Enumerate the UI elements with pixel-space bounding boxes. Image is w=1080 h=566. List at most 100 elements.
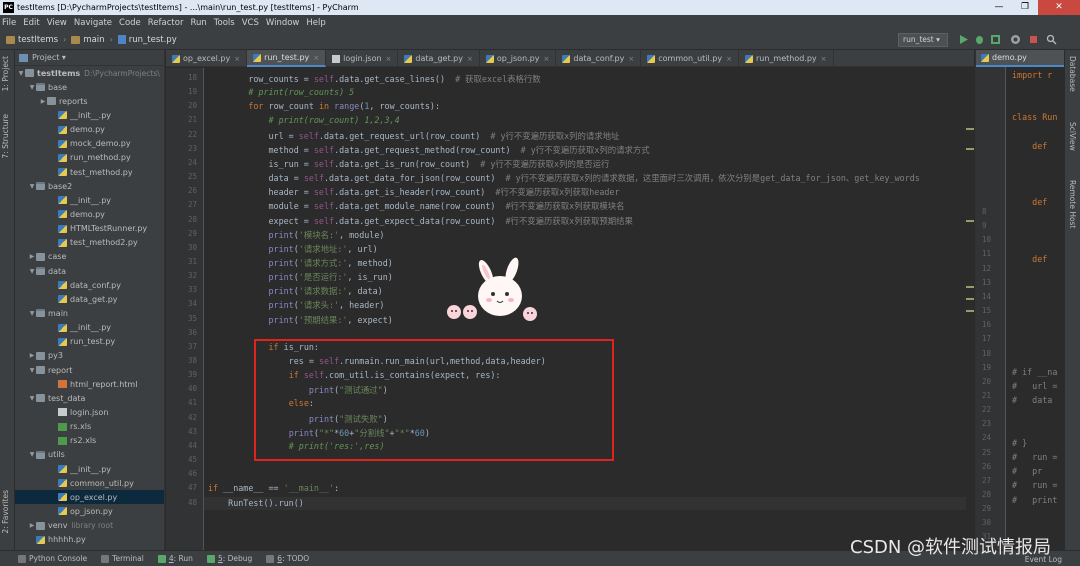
close-tab-icon[interactable]: ×	[821, 55, 827, 63]
minimize-button[interactable]: —	[986, 0, 1012, 15]
breadcrumb-main[interactable]: main	[71, 35, 105, 45]
editor-tab[interactable]: run_test.py ×	[247, 50, 327, 67]
debug-tool-button[interactable]: 5: Debug	[206, 554, 252, 563]
chevron-down-icon[interactable]: ▼	[28, 310, 36, 317]
tree-item[interactable]: data_get.py	[15, 292, 164, 306]
close-tab-icon[interactable]: ×	[234, 55, 240, 63]
tree-item[interactable]: ▼ base	[15, 80, 164, 94]
search-icon[interactable]	[1046, 34, 1057, 45]
editor-error-stripe[interactable]	[966, 68, 974, 550]
editor-tab[interactable]: data_get.py ×	[398, 50, 480, 67]
tree-item[interactable]: ▶ case	[15, 250, 164, 264]
tree-item[interactable]: common_util.py	[15, 476, 164, 490]
tree-item[interactable]: html_report.html	[15, 377, 164, 391]
chevron-right-icon[interactable]: ▶	[28, 352, 36, 359]
split-editor-pane[interactable]: demo.py 8 9 10 11 12 13 14 15 16 17 18 19 20 21 22 23 24…	[975, 50, 1064, 550]
editor-tab[interactable]: data_conf.py ×	[556, 50, 642, 67]
tree-item[interactable]: __init__.py	[15, 462, 164, 476]
close-tab-icon[interactable]: ×	[467, 55, 473, 63]
tree-item[interactable]: ▶ venv library root	[15, 519, 164, 533]
menu-run[interactable]: Run	[190, 18, 206, 28]
tool-tab-remote-host[interactable]: Remote Host	[1068, 180, 1077, 228]
tree-item[interactable]: rs2.xls	[15, 434, 164, 448]
tree-item[interactable]: ▶ reports	[15, 94, 164, 108]
code-editor[interactable]: 18 19 20 21 22 23 24 25 26 27 28 29 30 31 32 33 34 35 36 37…	[166, 68, 974, 550]
tree-item[interactable]: mock_demo.py	[15, 137, 164, 151]
chevron-down-icon[interactable]: ▼	[28, 367, 36, 374]
menu-window[interactable]: Window	[266, 18, 300, 28]
tree-item[interactable]: ▼ test_data	[15, 391, 164, 405]
split-editor-tab[interactable]: demo.py	[976, 50, 1064, 67]
editor-tab[interactable]: op_excel.py ×	[166, 50, 248, 67]
tree-item[interactable]: HTMLTestRunner.py	[15, 222, 164, 236]
tree-item[interactable]: test_method.py	[15, 165, 164, 179]
close-tab-icon[interactable]: ×	[726, 55, 732, 63]
tree-item[interactable]: data_conf.py	[15, 278, 164, 292]
run-configuration-select[interactable]: run_test ▾	[898, 33, 948, 47]
tree-item[interactable]: __init__.py	[15, 193, 164, 207]
menu-view[interactable]: View	[47, 18, 67, 28]
editor-tab[interactable]: common_util.py ×	[641, 50, 739, 67]
menu-help[interactable]: Help	[306, 18, 325, 28]
chevron-down-icon[interactable]: ▼	[28, 451, 36, 458]
tree-item[interactable]: ▼ base2	[15, 179, 164, 193]
chevron-down-icon[interactable]: ▼	[28, 183, 36, 190]
editor-tab[interactable]: login.json ×	[326, 50, 399, 67]
coverage-icon[interactable]	[990, 34, 1001, 45]
tree-root[interactable]: ▼ testItems D:\PycharmProjects\	[15, 66, 164, 80]
tree-item[interactable]: __init__.py	[15, 321, 164, 335]
menu-vcs[interactable]: VCS	[242, 18, 259, 28]
project-panel-header[interactable]: Project ▾	[15, 50, 164, 66]
chevron-down-icon[interactable]: ▼	[28, 84, 36, 91]
tree-item[interactable]: __init__.py	[15, 108, 164, 122]
close-tab-icon[interactable]: ×	[544, 55, 550, 63]
tree-item[interactable]: ▼ data	[15, 264, 164, 278]
tree-item[interactable]: demo.py	[15, 123, 164, 137]
run-icon[interactable]	[958, 34, 969, 45]
breadcrumb-file[interactable]: run_test.py	[117, 35, 177, 45]
stop-icon[interactable]	[1028, 34, 1039, 45]
close-tab-icon[interactable]: ×	[313, 54, 319, 62]
todo-tool-button[interactable]: 6: TODO	[266, 554, 309, 563]
chevron-right-icon[interactable]: ▶	[28, 522, 36, 529]
tree-item[interactable]: ▼ main	[15, 306, 164, 320]
tree-item[interactable]: ▼ report	[15, 363, 164, 377]
tree-item[interactable]: ▶ py3	[15, 349, 164, 363]
breadcrumb-project[interactable]: testItems	[6, 35, 58, 45]
close-tab-icon[interactable]: ×	[628, 55, 634, 63]
tool-tab-structure[interactable]: 7: Structure	[1, 114, 10, 159]
tree-item[interactable]: login.json	[15, 405, 164, 419]
tree-item[interactable]: rs.xls	[15, 420, 164, 434]
menu-refactor[interactable]: Refactor	[148, 18, 184, 28]
tool-tab-project[interactable]: 1: Project	[1, 56, 10, 91]
profile-icon[interactable]	[1010, 34, 1021, 45]
chevron-down-icon[interactable]: ▼	[28, 395, 36, 402]
chevron-down-icon[interactable]: ▼	[28, 268, 36, 275]
tool-tab-favorites[interactable]: 2: Favorites	[1, 490, 10, 534]
tree-item[interactable]: op_json.py	[15, 504, 164, 518]
terminal-button[interactable]: Terminal	[101, 554, 144, 563]
menu-tools[interactable]: Tools	[214, 18, 235, 28]
menu-edit[interactable]: Edit	[23, 18, 39, 28]
menu-file[interactable]: File	[2, 18, 16, 28]
run-tool-button[interactable]: 4: Run	[157, 554, 193, 563]
tree-item[interactable]: ▼ utils	[15, 448, 164, 462]
python-console-button[interactable]: Python Console	[18, 554, 87, 563]
tree-item[interactable]: hhhhh.py	[15, 533, 164, 547]
editor-tab[interactable]: op_json.py ×	[480, 50, 557, 67]
menu-navigate[interactable]: Navigate	[74, 18, 112, 28]
tree-item[interactable]: demo.py	[15, 207, 164, 221]
close-tab-icon[interactable]: ×	[386, 55, 392, 63]
tree-item[interactable]: run_method.py	[15, 151, 164, 165]
menu-code[interactable]: Code	[119, 18, 141, 28]
maximize-button[interactable]: ❐	[1012, 0, 1038, 15]
close-button[interactable]: ✕	[1038, 0, 1080, 15]
tool-tab-sciview[interactable]: SciView	[1068, 122, 1077, 151]
debug-icon[interactable]	[974, 34, 985, 45]
tree-item[interactable]: test_method2.py	[15, 236, 164, 250]
chevron-right-icon[interactable]: ▶	[39, 98, 47, 105]
tool-tab-database[interactable]: Database	[1068, 56, 1077, 92]
tree-item[interactable]: op_excel.py	[15, 490, 164, 505]
chevron-right-icon[interactable]: ▶	[28, 253, 36, 260]
editor-tab[interactable]: run_method.py ×	[739, 50, 834, 67]
